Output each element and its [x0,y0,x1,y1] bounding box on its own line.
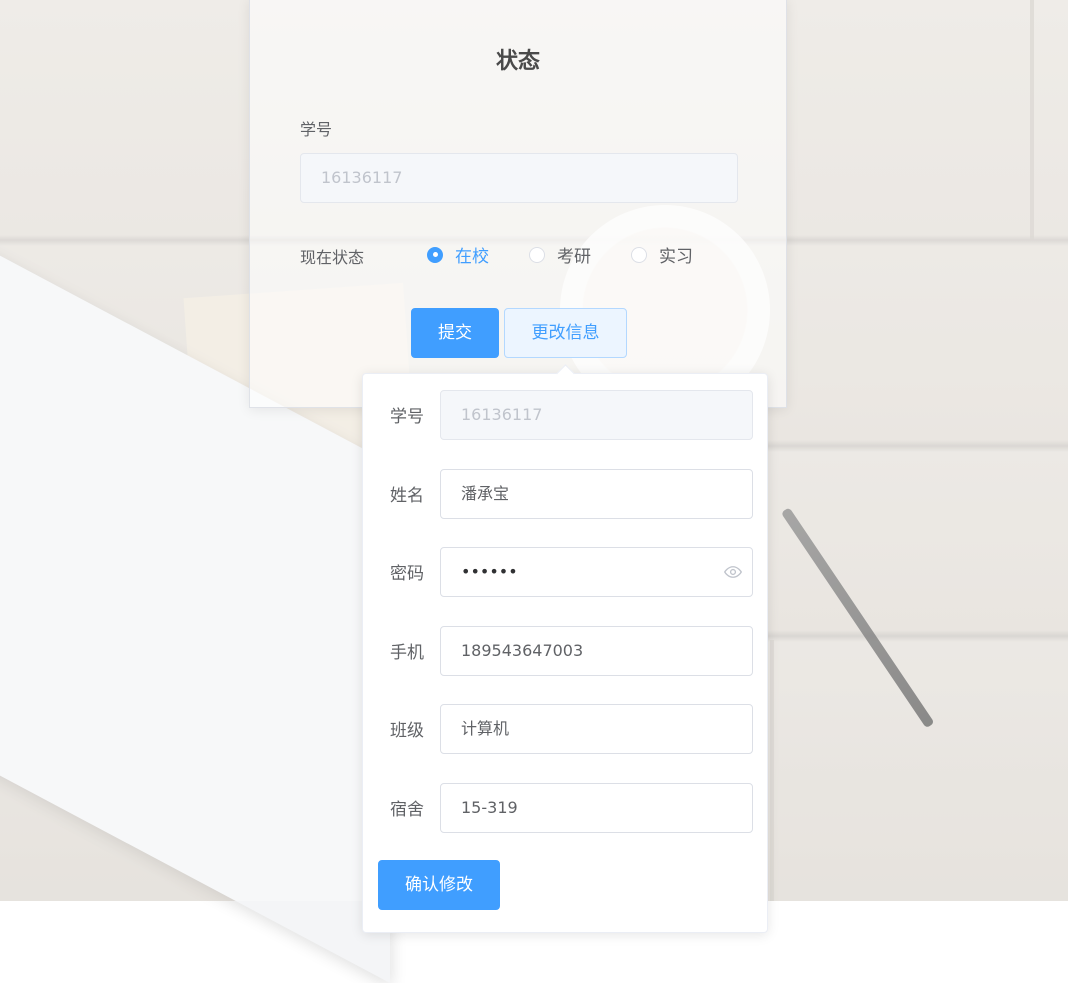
radio-checked-icon [427,246,443,263]
student-id-field[interactable]: 16136117 [440,390,753,440]
submit-button[interactable]: 提交 [411,308,499,358]
password-field[interactable]: •••••• [440,547,753,597]
confirm-edit-button[interactable]: 确认修改 [378,860,500,910]
password-value: •••••• [461,562,518,581]
edit-info-button[interactable]: 更改信息 [504,308,627,358]
radio-label: 在校 [455,247,489,267]
status-card: 状态 学号 16136117 现在状态 在校 考研 实习 提交 更改信息 [249,0,787,408]
student-id-label: 学号 [300,120,333,139]
eye-icon[interactable] [724,563,742,581]
dorm-field[interactable]: 15-319 [440,783,753,833]
form-label-class: 班级 [390,721,424,741]
page-title: 状态 [495,49,540,74]
edit-info-popover: 学号 16136117 姓名 潘承宝 密码 •••••• 手机 18954364… [362,364,768,933]
student-id-input[interactable]: 16136117 [300,153,738,203]
radio-unchecked-icon [529,246,545,263]
radio-label: 考研 [557,247,591,267]
form-label-password: 密码 [390,564,424,584]
class-field[interactable]: 计算机 [440,704,753,754]
status-label: 现在状态 [300,248,365,267]
phone-field[interactable]: 189543647003 [440,626,753,676]
form-label-student-id: 学号 [390,407,424,427]
form-label-dorm: 宿舍 [390,800,424,820]
radio-internship[interactable]: 实习 [631,242,693,267]
radio-postgraduate[interactable]: 考研 [529,242,591,267]
form-label-phone: 手机 [390,643,424,663]
name-field[interactable]: 潘承宝 [440,469,753,519]
radio-in-school[interactable]: 在校 [427,242,489,267]
form-label-name: 姓名 [390,486,424,506]
radio-unchecked-icon [631,246,647,263]
radio-label: 实习 [659,247,693,267]
